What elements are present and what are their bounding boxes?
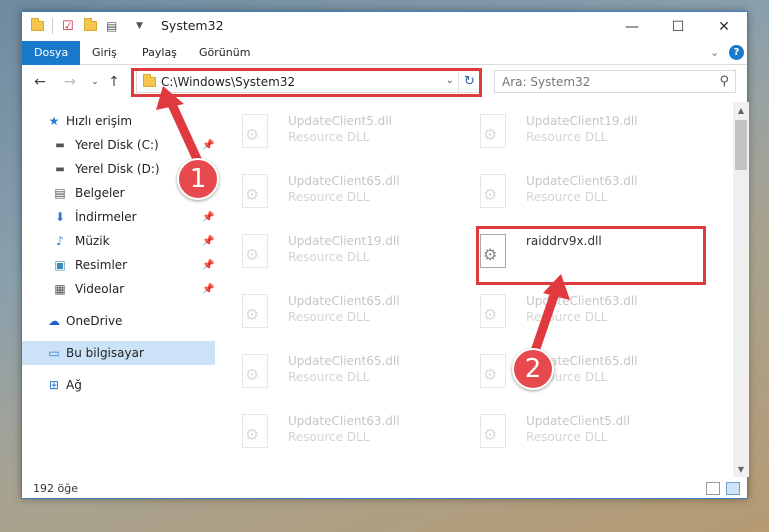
arrow-2-head xyxy=(543,274,570,300)
step-1-badge: 1 xyxy=(177,158,219,200)
step-2-badge: 2 xyxy=(512,348,554,390)
annotation-arrows xyxy=(156,86,570,365)
arrow-1-head xyxy=(156,86,184,110)
